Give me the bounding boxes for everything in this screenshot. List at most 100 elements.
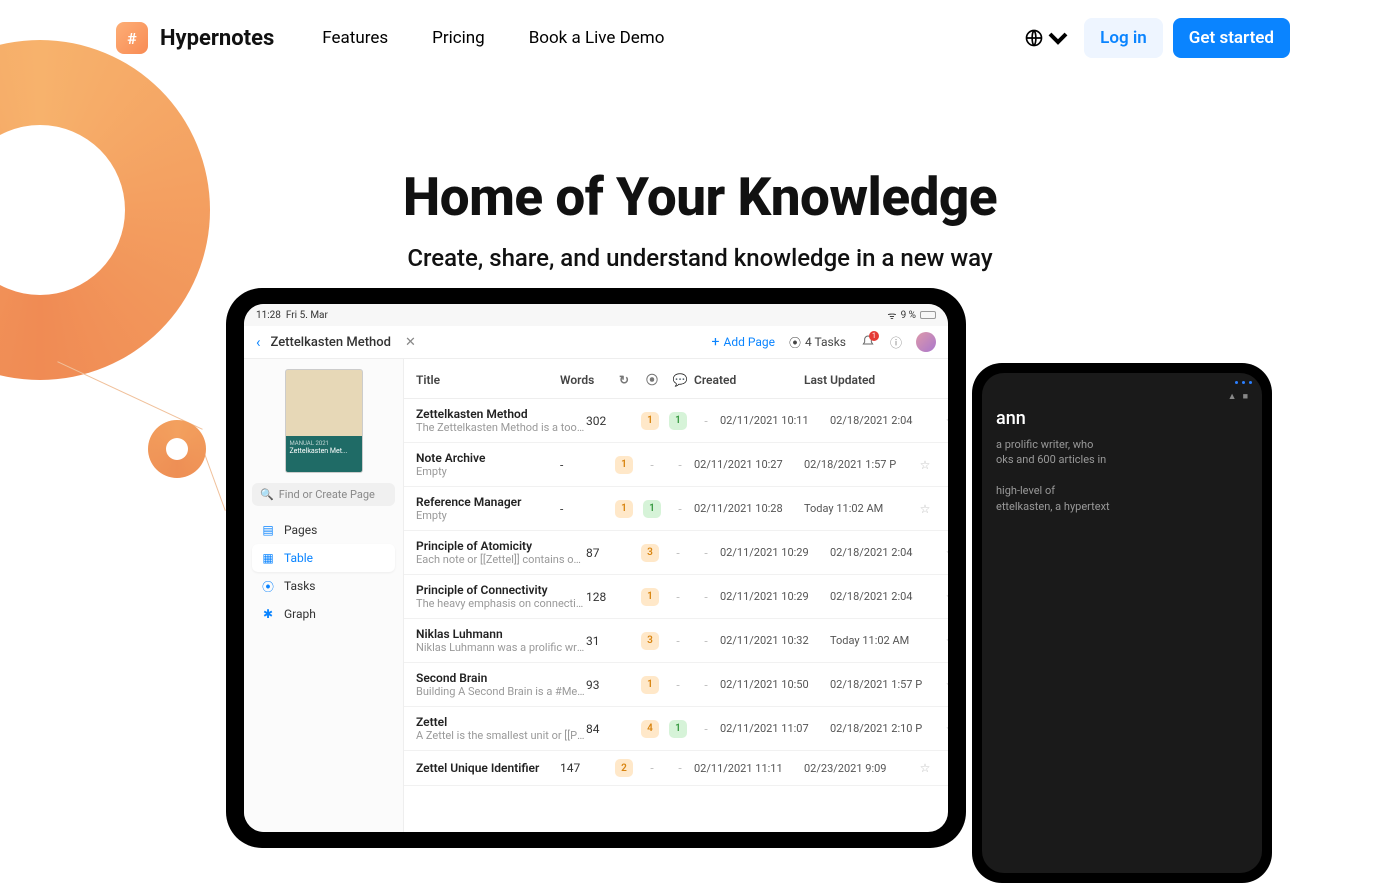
col-title[interactable]: Title (416, 373, 560, 387)
tasks-icon: ⦿ (261, 579, 275, 593)
tasks-button[interactable]: ⦿4 Tasks (789, 334, 846, 351)
search-icon: 🔍 (260, 488, 274, 501)
row-comments: - (692, 590, 720, 604)
login-button[interactable]: Log in (1084, 18, 1163, 58)
col-words[interactable]: Words (560, 373, 610, 387)
star-icon[interactable]: ☆ (914, 458, 936, 472)
close-icon[interactable]: ✕ (405, 335, 416, 350)
row-updated: 02/18/2021 1:57 P (830, 678, 940, 691)
row-created: 02/11/2021 11:11 (694, 762, 804, 775)
row-subtitle: Niklas Luhmann was a prolific writer, w (416, 641, 586, 654)
star-icon[interactable]: ☆ (940, 634, 948, 648)
status-time: 11:28 (256, 310, 281, 321)
pages-icon: ▤ (261, 523, 275, 537)
status-date: Fri 5. Mar (286, 310, 328, 321)
star-icon[interactable]: ☆ (940, 590, 948, 604)
row-updated: 02/18/2021 2:04 (830, 590, 940, 603)
star-icon[interactable]: ☆ (914, 761, 936, 775)
table-row[interactable]: Principle of ConnectivityThe heavy empha… (404, 575, 948, 619)
row-updated: Today 11:02 AM (830, 634, 940, 647)
more-icon (1235, 381, 1252, 384)
nav-pricing[interactable]: Pricing (432, 28, 485, 48)
star-icon[interactable]: ☆ (940, 722, 948, 736)
row-pill2: 1 (664, 720, 692, 738)
table-row[interactable]: Principle of AtomicityEach note or [[Zet… (404, 531, 948, 575)
row-pill2: - (664, 590, 692, 604)
col-tasks-icon[interactable]: ⦿ (638, 371, 666, 388)
device-preview: ▲■ ann a prolific writer, who oks and 60… (226, 288, 1186, 848)
sidebar-item-graph[interactable]: ✱Graph (252, 600, 395, 628)
star-icon[interactable]: ☆ (940, 546, 948, 560)
info-icon[interactable]: ⓘ (890, 334, 902, 351)
row-subtitle: A Zettel is the smallest unit or [[Princ… (416, 729, 586, 742)
row-words: 31 (586, 634, 636, 648)
row-title: Zettel (416, 715, 586, 729)
row-pill2: 1 (664, 412, 692, 430)
row-title: Note Archive (416, 451, 560, 465)
sidebar-item-table[interactable]: ▦Table (252, 544, 395, 572)
table-row[interactable]: Niklas LuhmannNiklas Luhmann was a proli… (404, 619, 948, 663)
star-icon[interactable]: ☆ (914, 502, 936, 516)
logo-icon: # (116, 22, 148, 54)
nav-demo[interactable]: Book a Live Demo (529, 28, 665, 48)
row-pill2: - (664, 634, 692, 648)
row-updated: 02/23/2021 9:09 (804, 762, 914, 775)
nav-features[interactable]: Features (322, 28, 388, 48)
col-created[interactable]: Created (694, 373, 804, 387)
row-pill1: 2 (610, 759, 638, 777)
row-pill2: - (638, 458, 666, 472)
row-pill1: 4 (636, 720, 664, 738)
row-pill1: 1 (636, 588, 664, 606)
row-words: 128 (586, 590, 636, 604)
table-row[interactable]: Zettelkasten MethodThe Zettelkasten Meth… (404, 399, 948, 443)
table-row[interactable]: ZettelA Zettel is the smallest unit or [… (404, 707, 948, 751)
deco-ring-large (0, 40, 210, 380)
row-words: 93 (586, 678, 636, 692)
table-row[interactable]: Reference ManagerEmpty - 1 1 - 02/11/202… (404, 487, 948, 531)
star-icon[interactable]: ☆ (940, 678, 948, 692)
site-header: # Hypernotes Features Pricing Book a Liv… (0, 0, 1400, 76)
table-row[interactable]: Note ArchiveEmpty - 1 - - 02/11/2021 10:… (404, 443, 948, 487)
deco-ring-small (148, 420, 206, 478)
phone-statusbar: ▲■ (996, 391, 1248, 402)
row-created: 02/11/2021 10:28 (694, 502, 804, 515)
brand-logo[interactable]: # Hypernotes (116, 22, 274, 54)
row-comments: - (692, 634, 720, 648)
battery-level: 9 % (901, 310, 916, 321)
avatar[interactable] (916, 332, 936, 352)
brand-name: Hypernotes (160, 26, 274, 51)
search-input[interactable]: 🔍 Find or Create Page (252, 483, 395, 506)
hero: Home of Your Knowledge Create, share, an… (0, 166, 1400, 272)
ipad-statusbar: 11:28 Fri 5. Mar ᯤ 9 % (244, 304, 948, 326)
row-comments: - (666, 502, 694, 516)
back-button[interactable]: ‹ (256, 333, 261, 351)
col-comments-icon[interactable]: 💬 (666, 373, 694, 387)
row-title: Reference Manager (416, 495, 560, 509)
row-subtitle: Empty (416, 509, 560, 522)
phone-mock: ▲■ ann a prolific writer, who oks and 60… (972, 363, 1272, 883)
row-pill1: 3 (636, 544, 664, 562)
row-subtitle: The Zettelkasten Method is a tool to o (416, 421, 586, 434)
add-page-button[interactable]: +Add Page (712, 334, 775, 350)
row-comments: - (692, 722, 720, 736)
row-comments: - (692, 678, 720, 692)
row-pill2: 1 (638, 500, 666, 518)
breadcrumb-title[interactable]: Zettelkasten Method (271, 335, 391, 350)
row-created: 02/11/2021 10:11 (720, 414, 830, 427)
sidebar-item-pages[interactable]: ▤Pages (252, 516, 395, 544)
get-started-button[interactable]: Get started (1173, 18, 1290, 58)
notifications-button[interactable]: 1 (860, 334, 876, 350)
row-updated: 02/18/2021 1:57 P (804, 458, 914, 471)
row-comments: - (666, 761, 694, 775)
star-icon[interactable]: ☆ (940, 414, 948, 428)
table-row[interactable]: Zettel Unique Identifier 147 2 - - 02/11… (404, 751, 948, 786)
col-links-icon[interactable]: ↻ (610, 373, 638, 387)
language-switcher[interactable] (1018, 22, 1074, 54)
notebook-thumbnail[interactable]: MANUAL 2021Zettelkasten Met... (285, 369, 363, 473)
sidebar-item-tasks[interactable]: ⦿Tasks (252, 572, 395, 600)
col-updated[interactable]: Last Updated (804, 373, 914, 387)
row-words: 147 (560, 761, 610, 775)
table-row[interactable]: Second BrainBuilding A Second Brain is a… (404, 663, 948, 707)
row-words: - (560, 458, 610, 472)
row-updated: Today 11:02 AM (804, 502, 914, 515)
